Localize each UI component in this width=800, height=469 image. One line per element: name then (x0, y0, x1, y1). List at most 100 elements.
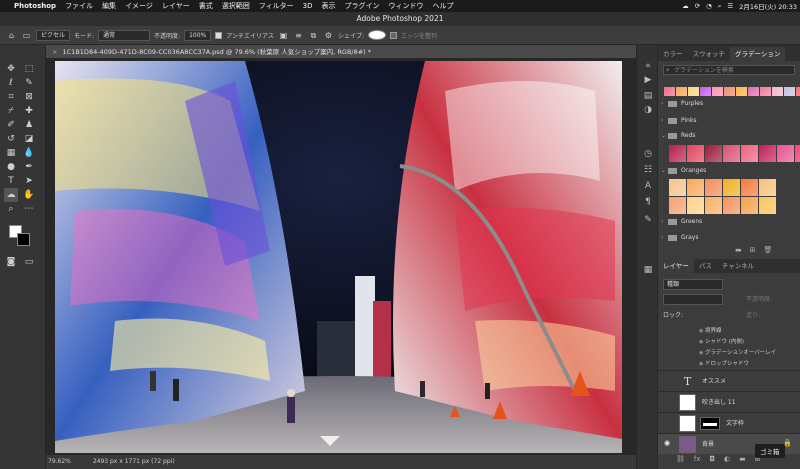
gradient-tool-icon[interactable]: ▦ (4, 146, 18, 160)
effect-drop-shadow[interactable]: ドロップシャドウ (699, 359, 749, 367)
gradient-swatch[interactable] (723, 179, 740, 196)
recent-gradient-swatch[interactable] (724, 87, 735, 96)
recent-gradient-swatch[interactable] (676, 87, 687, 96)
gradient-swatch[interactable] (687, 145, 704, 162)
menu-filter[interactable]: フィルター (259, 1, 294, 11)
gradient-swatch[interactable] (687, 179, 704, 196)
zoom-level[interactable]: 79.62% (48, 458, 71, 465)
effect-stroke[interactable]: 境界線 (699, 326, 722, 334)
recent-gradient-swatch[interactable] (772, 87, 783, 96)
stamp-tool-icon[interactable]: ♟ (22, 118, 36, 132)
delete-icon[interactable]: 🗑 (764, 246, 773, 254)
tool-mode-select[interactable]: ピクセル (36, 29, 71, 41)
gradient-swatch[interactable] (705, 197, 722, 214)
screen-mode-icon[interactable]: ▭ (22, 255, 36, 269)
gradient-swatch[interactable] (741, 197, 758, 214)
mask-icon[interactable]: ◘ (710, 455, 716, 463)
control-center-icon[interactable]: ☰ (727, 2, 733, 10)
recent-gradient-swatch[interactable] (688, 87, 699, 96)
layer-row[interactable]: 文字枠 (658, 412, 800, 433)
crop-tool-icon[interactable]: ⌗ (4, 90, 18, 104)
eraser-tool-icon[interactable]: ◪ (22, 132, 36, 146)
canvas-area[interactable] (46, 59, 636, 455)
eye-icon[interactable]: ◉ (664, 439, 672, 447)
folder-icon[interactable]: ▬ (739, 455, 746, 463)
recent-gradient-swatch[interactable] (736, 87, 747, 96)
opacity-field[interactable]: 100% (184, 29, 212, 41)
recent-gradient-swatch[interactable] (664, 87, 675, 96)
libraries-icon[interactable]: ▤ (641, 89, 655, 103)
recent-gradient-swatch[interactable] (784, 87, 795, 96)
tab-color[interactable]: カラー (658, 47, 688, 61)
adjustment-layer-icon[interactable]: ◐ (724, 455, 730, 463)
visibility-toggle[interactable] (664, 376, 672, 384)
gradient-swatch[interactable] (669, 179, 686, 196)
gradient-swatch[interactable] (759, 197, 776, 214)
menu-image[interactable]: イメージ (125, 1, 153, 11)
menu-edit[interactable]: 編集 (102, 1, 116, 11)
gradient-group-purples[interactable]: › Purples (661, 98, 703, 110)
menu-help[interactable]: ヘルプ (432, 1, 453, 11)
frame-tool-icon[interactable]: ⊠ (22, 90, 36, 104)
menu-file[interactable]: ファイル (65, 1, 93, 11)
gradient-swatch[interactable] (741, 179, 758, 196)
new-gradient-icon[interactable]: ⊞ (750, 246, 756, 254)
gradient-swatch[interactable] (759, 179, 776, 196)
properties-icon[interactable]: ☷ (641, 163, 655, 177)
recent-gradient-swatch[interactable] (712, 87, 723, 96)
gradient-group-greens[interactable]: › Greens (661, 216, 702, 228)
path-arrangement-icon[interactable]: ⧉ (308, 30, 319, 41)
visibility-toggle[interactable] (664, 397, 672, 405)
gradient-group-oranges[interactable]: ⌄ Oranges (661, 165, 706, 177)
adjustments-icon[interactable]: ◑ (641, 103, 655, 117)
background-color-swatch[interactable] (17, 233, 30, 246)
gradient-swatch[interactable] (723, 197, 740, 214)
blur-tool-icon[interactable]: 💧 (22, 146, 36, 160)
eyedropper-tool-icon[interactable]: ⌿ (4, 104, 18, 118)
marquee-tool-icon[interactable]: ⬚ (22, 62, 36, 76)
menu-plugins[interactable]: プラグイン (344, 1, 379, 11)
recent-gradient-swatch[interactable] (748, 87, 759, 96)
healing-tool-icon[interactable]: ✚ (22, 104, 36, 118)
gear-icon[interactable]: ⚙ (323, 30, 334, 41)
gradient-group-pinks[interactable]: › Pinks (661, 115, 697, 127)
collapse-icon[interactable]: « (641, 59, 655, 73)
effect-inner-shadow[interactable]: シャドウ (内側) (699, 337, 744, 345)
dodge-tool-icon[interactable]: ● (4, 160, 18, 174)
tab-gradients[interactable]: グラデーション (730, 47, 786, 61)
glyphs-icon[interactable]: ▦ (641, 263, 655, 277)
path-alignment-icon[interactable]: ≡ (293, 30, 304, 41)
fx-icon[interactable]: fx (694, 455, 701, 463)
home-icon[interactable]: ⌂ (6, 30, 17, 41)
gradient-swatch[interactable] (669, 197, 686, 214)
menu-type[interactable]: 書式 (199, 1, 213, 11)
paragraph-icon[interactable]: ¶ (641, 195, 655, 209)
quick-select-tool-icon[interactable]: ✎ (22, 76, 36, 90)
link-icon[interactable]: ⛓ (676, 455, 685, 463)
sync-icon[interactable]: ⟳ (695, 2, 700, 10)
wifi-icon[interactable]: ◔ (706, 2, 712, 10)
search-icon[interactable]: ⌕ (718, 2, 722, 11)
menu-select[interactable]: 選択範囲 (222, 1, 250, 11)
blend-mode-select[interactable]: 通常 (98, 29, 151, 41)
menu-window[interactable]: ウィンドウ (388, 1, 423, 11)
custom-shape-tool-icon[interactable]: ☁ (4, 188, 18, 202)
clock[interactable]: 2月16日(火) 20:33 (739, 1, 797, 11)
gradient-swatch[interactable] (705, 145, 722, 162)
gradient-search-input[interactable]: グラデーションを検索 (663, 65, 795, 75)
gradient-swatch[interactable] (795, 145, 800, 162)
layer-row[interactable]: T オススメ (658, 370, 800, 391)
antialias-checkbox[interactable] (215, 31, 223, 39)
gradient-swatch[interactable] (741, 145, 758, 162)
gradient-swatch[interactable] (777, 145, 794, 162)
recent-gradient-swatch[interactable] (796, 87, 800, 96)
gradient-group-grays[interactable]: › Grays (661, 232, 698, 244)
history-icon[interactable]: ◷ (641, 147, 655, 161)
tab-channels[interactable]: チャンネル (717, 259, 759, 273)
history-brush-icon[interactable]: ↺ (4, 132, 18, 146)
pen-tool-icon[interactable]: ✒ (22, 160, 36, 174)
hand-tool-icon[interactable]: ✋ (22, 188, 36, 202)
menu-layer[interactable]: レイヤー (162, 1, 190, 11)
effect-gradient-overlay[interactable]: グラデーションオーバーレイ (699, 348, 776, 356)
type-tool-icon[interactable]: T (4, 174, 18, 188)
